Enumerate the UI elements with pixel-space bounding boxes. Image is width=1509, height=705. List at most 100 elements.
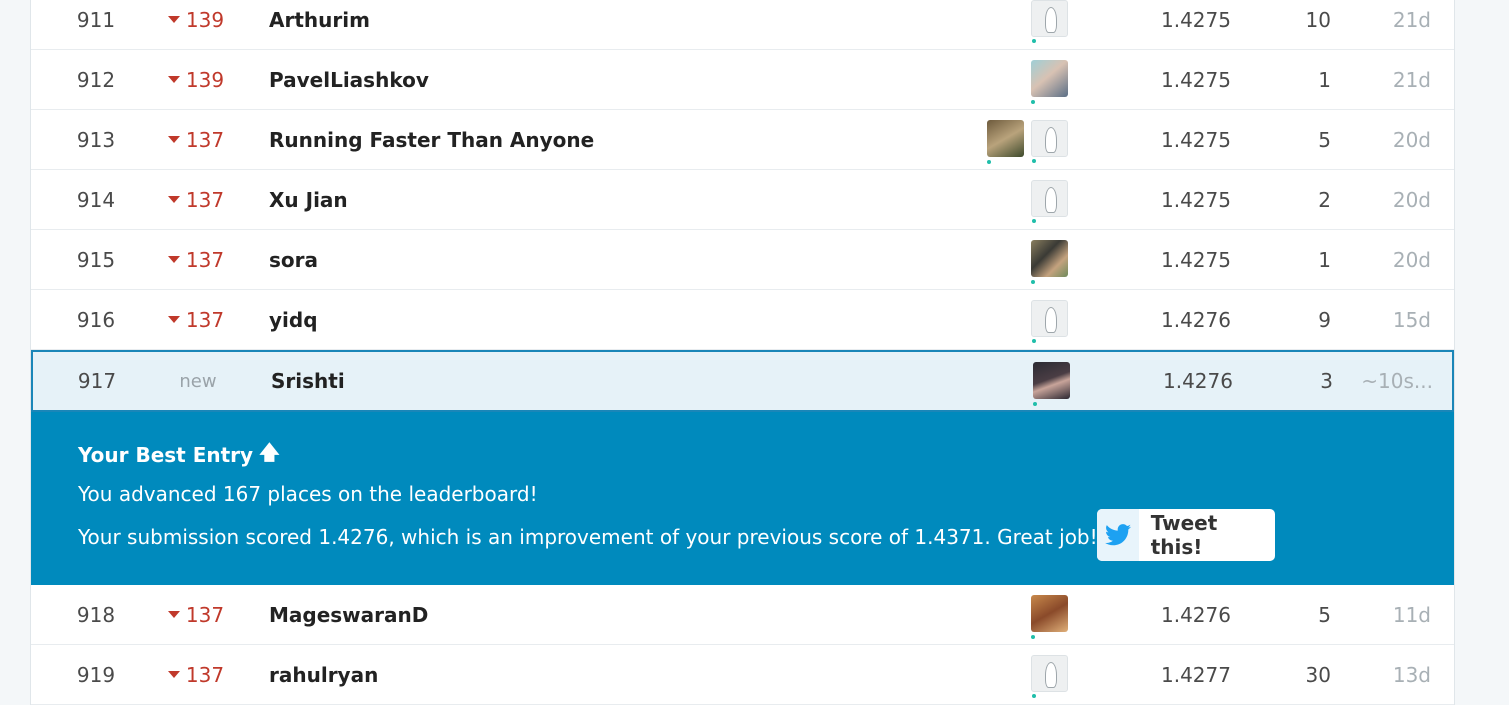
table-row[interactable]: 916 137 yidq 1.4276 9 15d <box>31 290 1454 350</box>
team-member-avatar[interactable] <box>1031 0 1068 43</box>
rank-change-cell: 137 <box>156 290 236 349</box>
rank-cell: 918 <box>76 602 116 627</box>
entries-cell: 5 <box>1318 602 1331 627</box>
down-triangle-icon <box>167 256 180 263</box>
leaderboard: 911 139 Arthurim 1.4275 10 21d 912 139 PavelLias… <box>30 0 1455 705</box>
last-submission-cell: 20d <box>1392 127 1431 152</box>
score-cell: 1.4275 <box>1161 127 1231 152</box>
last-submission-cell: ~10s... <box>1361 369 1433 393</box>
best-entry-banner: Your Best Entry 🡅 You advanced 167 place… <box>31 412 1454 585</box>
table-row[interactable]: 912 139 PavelLiashkov 1.4275 1 21d <box>31 50 1454 110</box>
score-cell: 1.4275 <box>1161 187 1231 212</box>
score-cell: 1.4276 <box>1163 369 1233 393</box>
team-name[interactable]: sora <box>269 230 318 289</box>
rank-change-cell: 137 <box>156 585 236 644</box>
down-triangle-icon <box>167 16 180 23</box>
last-submission-cell: 13d <box>1392 662 1431 687</box>
team-member-avatar[interactable] <box>987 120 1024 164</box>
last-submission-cell: 21d <box>1392 7 1431 32</box>
rank-cell: 917 <box>77 369 117 393</box>
table-row[interactable]: 911 139 Arthurim 1.4275 10 21d <box>31 0 1454 50</box>
rank-cell: 913 <box>76 127 116 152</box>
table-row[interactable]: 919 137 rahulryan 1.4277 30 13d <box>31 645 1454 705</box>
score-cell: 1.4275 <box>1161 247 1231 272</box>
last-submission-cell: 11d <box>1392 602 1431 627</box>
leaderboard-rows-before: 911 139 Arthurim 1.4275 10 21d 912 139 PavelLias… <box>31 0 1454 350</box>
score-cell: 1.4276 <box>1161 602 1231 627</box>
team-name[interactable]: Srishti <box>271 352 345 410</box>
entries-cell: 3 <box>1320 369 1333 393</box>
team-name[interactable]: PavelLiashkov <box>269 50 429 109</box>
advanced-message: You advanced 167 places on the leaderboa… <box>78 482 538 506</box>
team-name[interactable]: rahulryan <box>269 645 378 704</box>
team-member-avatar[interactable] <box>1031 240 1068 284</box>
arrow-up-icon: 🡅 <box>259 440 280 464</box>
last-submission-cell: 21d <box>1392 67 1431 92</box>
team-member-avatar[interactable] <box>1031 180 1068 223</box>
rank-cell: 912 <box>76 67 116 92</box>
down-triangle-icon <box>167 671 180 678</box>
rank-cell: 911 <box>76 7 116 32</box>
down-triangle-icon <box>167 611 180 618</box>
entries-cell: 1 <box>1318 247 1331 272</box>
entries-cell: 2 <box>1318 187 1331 212</box>
team-name[interactable]: Arthurim <box>269 0 370 49</box>
team-member-avatar[interactable] <box>1031 60 1068 104</box>
score-cell: 1.4275 <box>1161 7 1231 32</box>
entries-cell: 1 <box>1318 67 1331 92</box>
down-triangle-icon <box>167 76 180 83</box>
rank-cell: 915 <box>76 247 116 272</box>
rank-change-value: 139 <box>185 7 225 32</box>
table-row[interactable]: 913 137 Running Faster Than Anyone 1.4275 5 2… <box>31 110 1454 170</box>
rank-change-value: 137 <box>185 127 225 152</box>
rank-change-cell: 139 <box>156 0 236 49</box>
rank-cell: 914 <box>76 187 116 212</box>
rank-change-value: 137 <box>185 307 225 332</box>
team-member-avatar[interactable] <box>1031 120 1068 163</box>
tweet-button[interactable]: Tweet this! <box>1097 509 1275 561</box>
down-triangle-icon <box>167 196 180 203</box>
tweet-button-label: Tweet this! <box>1150 511 1218 559</box>
table-row[interactable]: 918 137 MageswaranD 1.4276 5 11d <box>31 585 1454 645</box>
table-row[interactable]: 914 137 Xu Jian 1.4275 2 20d <box>31 170 1454 230</box>
last-submission-cell: 20d <box>1392 187 1431 212</box>
rank-change-value: 137 <box>185 602 225 627</box>
rank-change-cell: 139 <box>156 50 236 109</box>
leaderboard-rows-after: 918 137 MageswaranD 1.4276 5 11d 919 137 rahulry… <box>31 585 1454 705</box>
rank-change-value: 137 <box>185 247 225 272</box>
team-member-avatar[interactable] <box>1031 595 1068 639</box>
entries-cell: 10 <box>1305 7 1331 32</box>
rank-change-value: 137 <box>185 662 225 687</box>
team-name[interactable]: yidq <box>269 290 318 349</box>
best-entry-title: Your Best Entry 🡅 <box>78 438 280 472</box>
team-member-avatar[interactable] <box>1033 362 1070 406</box>
last-submission-cell: 15d <box>1392 307 1431 332</box>
team-name[interactable]: Running Faster Than Anyone <box>269 110 594 169</box>
down-triangle-icon <box>167 316 180 323</box>
score-message: Your submission scored 1.4276, which is … <box>78 525 1098 549</box>
score-cell: 1.4275 <box>1161 67 1231 92</box>
rank-change-value: 137 <box>185 187 225 212</box>
rank-cell: 919 <box>76 662 116 687</box>
rank-change-cell: 137 <box>156 110 236 169</box>
last-submission-cell: 20d <box>1392 247 1431 272</box>
down-triangle-icon <box>167 136 180 143</box>
twitter-bird-icon <box>1097 509 1139 561</box>
score-cell: 1.4277 <box>1161 662 1231 687</box>
rank-cell: 916 <box>76 307 116 332</box>
my-team-row[interactable]: 917 new Srishti 1.4276 3 ~10s... <box>31 350 1454 412</box>
team-member-avatar[interactable] <box>1031 300 1068 343</box>
team-name[interactable]: MageswaranD <box>269 585 428 644</box>
entries-cell: 5 <box>1318 127 1331 152</box>
team-name[interactable]: Xu Jian <box>269 170 348 229</box>
table-row[interactable]: 915 137 sora 1.4275 1 20d <box>31 230 1454 290</box>
entries-cell: 30 <box>1305 662 1331 687</box>
rank-change-cell: 137 <box>156 230 236 289</box>
rank-change-cell: new <box>179 370 217 392</box>
team-member-avatar[interactable] <box>1031 655 1068 698</box>
rank-change-cell: 137 <box>156 170 236 229</box>
score-cell: 1.4276 <box>1161 307 1231 332</box>
entries-cell: 9 <box>1318 307 1331 332</box>
rank-change-cell: 137 <box>156 645 236 704</box>
rank-change-value: 139 <box>185 67 225 92</box>
